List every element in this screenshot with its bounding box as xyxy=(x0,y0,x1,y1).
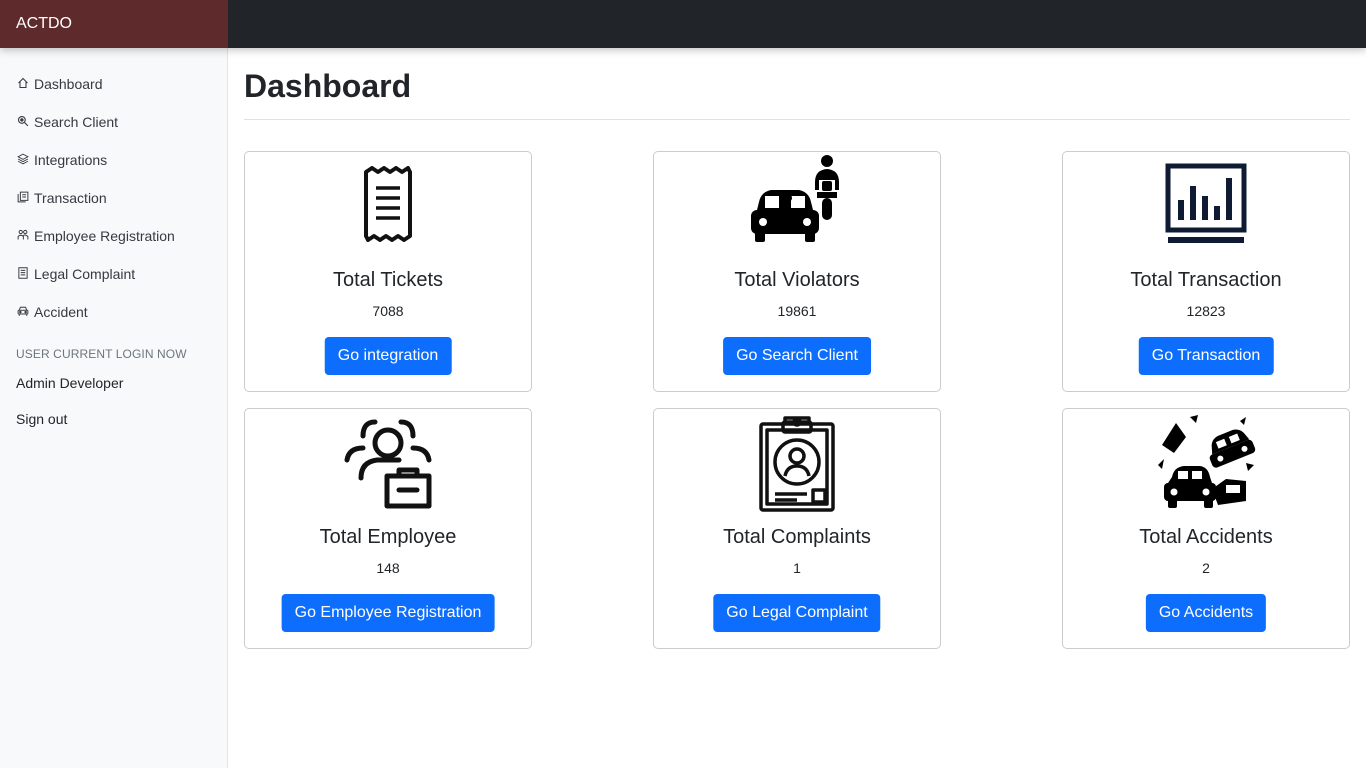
sidebar-item-label: Dashboard xyxy=(34,76,103,92)
sidebar-item-label: Search Client xyxy=(34,114,119,130)
card-value: 1 xyxy=(793,560,801,576)
bar-chart-icon xyxy=(1165,163,1247,243)
card-total-violators: Total Violators 19861 Go Search Client xyxy=(653,151,941,392)
card-value: 12823 xyxy=(1186,303,1226,319)
car-icon xyxy=(17,305,29,317)
card-title: Total Complaints xyxy=(723,526,871,548)
employee-briefcase-icon xyxy=(344,419,432,509)
sidebar-item-transaction[interactable]: Transaction xyxy=(0,179,227,217)
sidebar-item-search-client[interactable]: Search Client xyxy=(0,103,227,141)
card-total-employee: Total Employee 148 Go Employee Registrat… xyxy=(244,408,532,649)
sidebar-item-label: Transaction xyxy=(34,190,107,206)
go-accidents-button[interactable]: Go Accidents xyxy=(1145,594,1267,632)
card-value: 2 xyxy=(1202,560,1210,576)
clipboard-profile-icon xyxy=(759,416,835,512)
card-title: Total Transaction xyxy=(1130,269,1282,291)
card-total-transaction: Total Transaction 12823 Go Transaction xyxy=(1062,151,1350,392)
go-employee-registration-button[interactable]: Go Employee Registration xyxy=(281,594,495,632)
card-total-complaints: Total Complaints 1 Go Legal Complaint xyxy=(653,408,941,649)
sidebar-item-accident[interactable]: Accident xyxy=(0,293,227,331)
brand-logo[interactable]: ACTDO xyxy=(0,0,228,48)
documents-icon xyxy=(17,191,29,203)
sidebar-item-label: Employee Registration xyxy=(34,228,175,244)
receipt-icon xyxy=(364,166,412,242)
search-icon xyxy=(17,115,29,127)
card-value: 148 xyxy=(376,560,400,576)
title-divider xyxy=(244,119,1350,120)
sidebar-item-legal-complaint[interactable]: Legal Complaint xyxy=(0,255,227,293)
people-icon xyxy=(17,229,29,241)
card-title: Total Violators xyxy=(734,269,860,291)
sidebar-item-integrations[interactable]: Integrations xyxy=(0,141,227,179)
layers-icon xyxy=(17,153,29,165)
sidebar-nav: Dashboard Search Client Integrations Tra… xyxy=(0,48,227,331)
sidebar-heading: USER CURRENT LOGIN NOW xyxy=(16,347,187,361)
sidebar-item-dashboard[interactable]: Dashboard xyxy=(0,65,227,103)
file-text-icon xyxy=(17,266,29,279)
sidebar-item-label: Accident xyxy=(34,304,88,320)
card-total-accidents: Total Accidents 2 Go Accidents xyxy=(1062,408,1350,649)
top-navbar: ACTDO xyxy=(0,0,1366,48)
car-crash-icon xyxy=(1158,415,1256,508)
card-title: Total Tickets xyxy=(332,269,444,291)
go-transaction-button[interactable]: Go Transaction xyxy=(1138,337,1274,375)
sidebar: Dashboard Search Client Integrations Tra… xyxy=(0,48,228,768)
sidebar-item-employee-registration[interactable]: Employee Registration xyxy=(0,217,227,255)
card-total-tickets: Total Tickets 7088 Go integration xyxy=(244,151,532,392)
card-value: 19861 xyxy=(777,303,817,319)
main-content: Dashboard xyxy=(244,48,1350,120)
current-user-link[interactable]: Admin Developer xyxy=(0,375,227,391)
go-integration-button[interactable]: Go integration xyxy=(324,337,452,375)
house-icon xyxy=(17,77,29,89)
sidebar-item-label: Legal Complaint xyxy=(34,266,136,282)
go-search-client-button[interactable]: Go Search Client xyxy=(723,337,871,375)
card-title: Total Accidents xyxy=(1139,526,1273,548)
go-legal-complaint-button[interactable]: Go Legal Complaint xyxy=(713,594,881,632)
sidebar-item-label: Integrations xyxy=(34,152,108,168)
page-title: Dashboard xyxy=(244,68,412,104)
car-motorcycle-icon xyxy=(751,155,839,242)
card-value: 7088 xyxy=(372,303,404,319)
card-title: Total Employee xyxy=(319,526,457,548)
sign-out-link[interactable]: Sign out xyxy=(0,411,227,427)
